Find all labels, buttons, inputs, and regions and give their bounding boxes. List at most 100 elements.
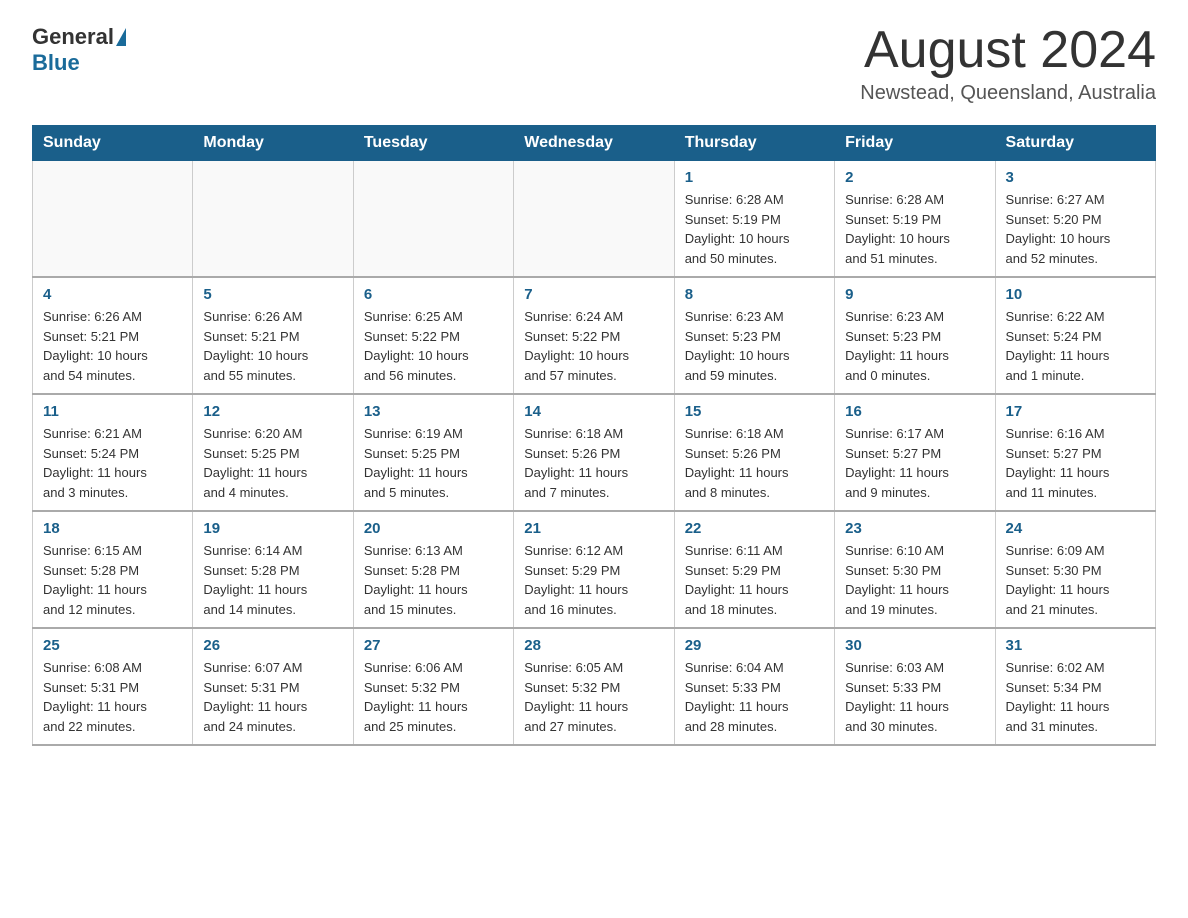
day-number: 26 [203,637,342,654]
day-info: Sunrise: 6:06 AM Sunset: 5:32 PM Dayligh… [364,658,503,736]
calendar-table: SundayMondayTuesdayWednesdayThursdayFrid… [32,125,1156,746]
calendar-week-row: 4 Sunrise: 6:26 AM Sunset: 5:21 PM Daylig… [33,277,1156,394]
day-number: 11 [43,403,182,420]
day-number: 3 [1006,169,1145,186]
day-info: Sunrise: 6:14 AM Sunset: 5:28 PM Dayligh… [203,541,342,619]
calendar-cell: 17 Sunrise: 6:16 AM Sunset: 5:27 PM Dayli… [995,394,1155,511]
day-number: 29 [685,637,824,654]
weekday-header-saturday: Saturday [995,126,1155,161]
calendar-week-row: 11 Sunrise: 6:21 AM Sunset: 5:24 PM Dayli… [33,394,1156,511]
calendar-cell: 25 Sunrise: 6:08 AM Sunset: 5:31 PM Dayli… [33,628,193,745]
calendar-cell: 26 Sunrise: 6:07 AM Sunset: 5:31 PM Dayli… [193,628,353,745]
day-info: Sunrise: 6:26 AM Sunset: 5:21 PM Dayligh… [43,307,182,385]
day-info: Sunrise: 6:28 AM Sunset: 5:19 PM Dayligh… [685,190,824,268]
day-number: 8 [685,286,824,303]
calendar-cell: 27 Sunrise: 6:06 AM Sunset: 5:32 PM Dayli… [353,628,513,745]
day-number: 14 [524,403,663,420]
day-number: 18 [43,520,182,537]
day-number: 5 [203,286,342,303]
calendar-body: 1 Sunrise: 6:28 AM Sunset: 5:19 PM Daylig… [33,161,1156,746]
calendar-cell: 7Sunrise: 6:24 AM Sunset: 5:22 PM Daylig… [514,277,674,394]
day-info: Sunrise: 6:13 AM Sunset: 5:28 PM Dayligh… [364,541,503,619]
day-number: 10 [1006,286,1145,303]
day-number: 31 [1006,637,1145,654]
day-info: Sunrise: 6:25 AM Sunset: 5:22 PM Dayligh… [364,307,503,385]
day-number: 22 [685,520,824,537]
day-info: Sunrise: 6:18 AM Sunset: 5:26 PM Dayligh… [685,424,824,502]
calendar-cell: 15Sunrise: 6:18 AM Sunset: 5:26 PM Dayli… [674,394,834,511]
calendar-cell: 19 Sunrise: 6:14 AM Sunset: 5:28 PM Dayli… [193,511,353,628]
calendar-week-row: 1 Sunrise: 6:28 AM Sunset: 5:19 PM Daylig… [33,161,1156,278]
weekday-header-monday: Monday [193,126,353,161]
day-number: 6 [364,286,503,303]
day-info: Sunrise: 6:02 AM Sunset: 5:34 PM Dayligh… [1006,658,1145,736]
day-info: Sunrise: 6:26 AM Sunset: 5:21 PM Dayligh… [203,307,342,385]
day-number: 25 [43,637,182,654]
calendar-cell [514,161,674,278]
day-info: Sunrise: 6:07 AM Sunset: 5:31 PM Dayligh… [203,658,342,736]
calendar-cell: 28 Sunrise: 6:05 AM Sunset: 5:32 PM Dayli… [514,628,674,745]
calendar-cell: 13Sunrise: 6:19 AM Sunset: 5:25 PM Dayli… [353,394,513,511]
logo-text: General [32,24,128,50]
day-info: Sunrise: 6:03 AM Sunset: 5:33 PM Dayligh… [845,658,984,736]
day-info: Sunrise: 6:05 AM Sunset: 5:32 PM Dayligh… [524,658,663,736]
page-header: General Blue August 2024 Newstead, Queen… [32,24,1156,105]
calendar-cell [353,161,513,278]
day-number: 28 [524,637,663,654]
day-number: 20 [364,520,503,537]
day-info: Sunrise: 6:22 AM Sunset: 5:24 PM Dayligh… [1006,307,1145,385]
day-info: Sunrise: 6:08 AM Sunset: 5:31 PM Dayligh… [43,658,182,736]
calendar-cell: 20 Sunrise: 6:13 AM Sunset: 5:28 PM Dayli… [353,511,513,628]
day-number: 24 [1006,520,1145,537]
logo-triangle-icon [116,28,126,46]
day-info: Sunrise: 6:16 AM Sunset: 5:27 PM Dayligh… [1006,424,1145,502]
calendar-cell: 31 Sunrise: 6:02 AM Sunset: 5:34 PM Dayli… [995,628,1155,745]
calendar-cell: 6 Sunrise: 6:25 AM Sunset: 5:22 PM Daylig… [353,277,513,394]
day-info: Sunrise: 6:11 AM Sunset: 5:29 PM Dayligh… [685,541,824,619]
calendar-cell: 24Sunrise: 6:09 AM Sunset: 5:30 PM Dayli… [995,511,1155,628]
calendar-cell [33,161,193,278]
day-number: 1 [685,169,824,186]
calendar-cell: 18 Sunrise: 6:15 AM Sunset: 5:28 PM Dayli… [33,511,193,628]
day-info: Sunrise: 6:04 AM Sunset: 5:33 PM Dayligh… [685,658,824,736]
day-number: 27 [364,637,503,654]
day-info: Sunrise: 6:27 AM Sunset: 5:20 PM Dayligh… [1006,190,1145,268]
logo-blue-text: Blue [32,50,80,76]
day-number: 9 [845,286,984,303]
day-info: Sunrise: 6:21 AM Sunset: 5:24 PM Dayligh… [43,424,182,502]
weekday-header-friday: Friday [835,126,995,161]
calendar-cell: 11 Sunrise: 6:21 AM Sunset: 5:24 PM Dayli… [33,394,193,511]
day-info: Sunrise: 6:23 AM Sunset: 5:23 PM Dayligh… [685,307,824,385]
day-info: Sunrise: 6:19 AM Sunset: 5:25 PM Dayligh… [364,424,503,502]
calendar-cell: 9Sunrise: 6:23 AM Sunset: 5:23 PM Daylig… [835,277,995,394]
calendar-cell: 14Sunrise: 6:18 AM Sunset: 5:26 PM Dayli… [514,394,674,511]
calendar-cell: 23 Sunrise: 6:10 AM Sunset: 5:30 PM Dayli… [835,511,995,628]
day-number: 23 [845,520,984,537]
day-info: Sunrise: 6:15 AM Sunset: 5:28 PM Dayligh… [43,541,182,619]
day-info: Sunrise: 6:20 AM Sunset: 5:25 PM Dayligh… [203,424,342,502]
location-text: Newstead, Queensland, Australia [860,82,1156,105]
calendar-header: SundayMondayTuesdayWednesdayThursdayFrid… [33,126,1156,161]
calendar-cell: 1 Sunrise: 6:28 AM Sunset: 5:19 PM Daylig… [674,161,834,278]
calendar-cell: 4 Sunrise: 6:26 AM Sunset: 5:21 PM Daylig… [33,277,193,394]
calendar-cell: 29 Sunrise: 6:04 AM Sunset: 5:33 PM Dayli… [674,628,834,745]
calendar-cell [193,161,353,278]
day-number: 30 [845,637,984,654]
day-number: 21 [524,520,663,537]
weekday-header-wednesday: Wednesday [514,126,674,161]
calendar-cell: 2Sunrise: 6:28 AM Sunset: 5:19 PM Daylig… [835,161,995,278]
day-number: 17 [1006,403,1145,420]
calendar-cell: 12Sunrise: 6:20 AM Sunset: 5:25 PM Dayli… [193,394,353,511]
calendar-cell: 8 Sunrise: 6:23 AM Sunset: 5:23 PM Daylig… [674,277,834,394]
day-number: 19 [203,520,342,537]
weekday-header-row: SundayMondayTuesdayWednesdayThursdayFrid… [33,126,1156,161]
logo-general-text: General [32,24,114,50]
calendar-cell: 30 Sunrise: 6:03 AM Sunset: 5:33 PM Dayli… [835,628,995,745]
weekday-header-thursday: Thursday [674,126,834,161]
calendar-cell: 16Sunrise: 6:17 AM Sunset: 5:27 PM Dayli… [835,394,995,511]
calendar-cell: 3 Sunrise: 6:27 AM Sunset: 5:20 PM Daylig… [995,161,1155,278]
day-info: Sunrise: 6:10 AM Sunset: 5:30 PM Dayligh… [845,541,984,619]
day-number: 4 [43,286,182,303]
calendar-cell: 22 Sunrise: 6:11 AM Sunset: 5:29 PM Dayli… [674,511,834,628]
day-info: Sunrise: 6:12 AM Sunset: 5:29 PM Dayligh… [524,541,663,619]
